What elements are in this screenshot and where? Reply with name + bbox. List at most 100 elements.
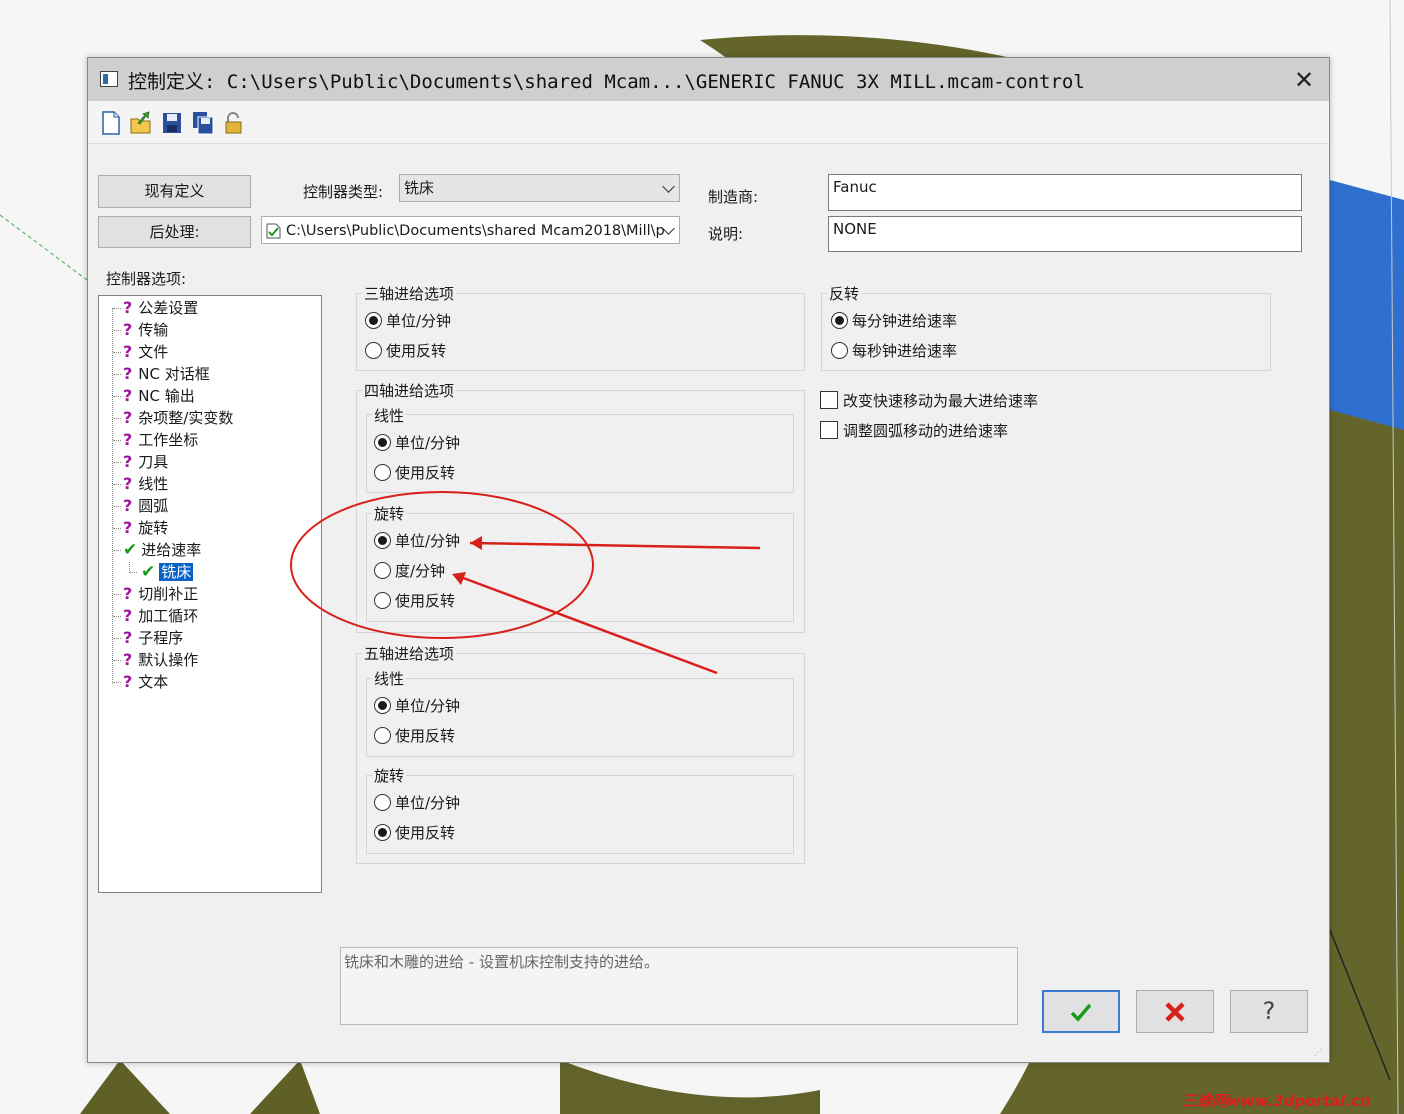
five-axis-linear-inverse-radio[interactable]: 使用反转 (374, 725, 455, 746)
tree-item[interactable]: ? 工作坐标 (113, 429, 199, 451)
question-mark-icon: ? (123, 452, 133, 471)
tree-item-label: 文本 (138, 673, 169, 691)
help-button[interactable]: ? (1230, 990, 1308, 1033)
tree-item[interactable]: ? 线性 (113, 473, 168, 495)
tree-item[interactable]: ? 默认操作 (113, 649, 198, 671)
green-check-icon: ✔ (141, 562, 156, 582)
radio-indicator (374, 592, 391, 609)
radio-label: 每分钟进给速率 (852, 312, 958, 330)
tree-item[interactable]: ? 传输 (113, 319, 168, 341)
resize-grip-icon[interactable]: ⋰ (1314, 1048, 1324, 1058)
tree-item[interactable]: ? 旋转 (113, 517, 168, 539)
question-mark-icon: ? (123, 320, 133, 339)
tree-item[interactable]: ? 公差设置 (113, 297, 198, 319)
description-field[interactable]: NONE (828, 216, 1302, 252)
lock-icon[interactable] (223, 111, 245, 135)
four-axis-linear-unit-radio[interactable]: 单位/分钟 (374, 432, 460, 453)
controller-options-tree[interactable]: ? 公差设置? 传输? 文件? NC 对话框 ? NC 输出? 杂项整/实变数? 工作坐标? 刀具… (98, 295, 322, 893)
inverse-per-second-radio[interactable]: 每秒钟进给速率 (831, 340, 957, 361)
tree-connector-line (113, 396, 121, 397)
close-button[interactable]: ✕ (1290, 66, 1318, 94)
tree-item[interactable]: ? 杂项整/实变数 (113, 407, 233, 429)
tree-item-label: 子程序 (138, 629, 184, 647)
tree-connector-line (113, 440, 121, 441)
control-definition-dialog: 控制定义: C:\Users\Public\Documents\shared M… (87, 57, 1330, 1063)
radio-indicator (374, 434, 391, 451)
radio-indicator (374, 562, 391, 579)
tree-connector-line (113, 330, 121, 331)
tree-item[interactable]: ✔ 铣床 (129, 561, 194, 583)
tree-item-label: 工作坐标 (138, 431, 199, 449)
tree-connector-line (129, 572, 137, 573)
check-icon (1070, 1003, 1092, 1022)
tree-item[interactable]: ✔ 进给速率 (113, 539, 202, 561)
radio-indicator (374, 794, 391, 811)
title-bar[interactable]: 控制定义: C:\Users\Public\Documents\shared M… (88, 58, 1329, 101)
five-axis-rotary-unit-radio[interactable]: 单位/分钟 (374, 792, 460, 813)
tree-item-label: 圆弧 (138, 497, 169, 515)
manufacturer-field[interactable]: Fanuc (828, 174, 1302, 211)
question-mark-icon: ? (123, 386, 133, 405)
question-mark-icon: ? (123, 430, 133, 449)
tree-item[interactable]: ? 加工循环 (113, 605, 198, 627)
radio-label: 每秒钟进给速率 (852, 342, 958, 360)
radio-label: 使用反转 (395, 727, 456, 745)
tree-item-label: NC 对话框 (138, 365, 210, 383)
controller-type-label: 控制器类型: (303, 183, 384, 201)
rapid-to-max-checkbox[interactable]: 改变快速移动为最大进给速率 (820, 390, 1038, 411)
tree-item[interactable]: ? 文本 (113, 671, 169, 693)
radio-label: 使用反转 (386, 342, 447, 360)
radio-indicator (374, 824, 391, 841)
four-axis-rotary-inverse-radio[interactable]: 使用反转 (374, 590, 455, 611)
tree-item[interactable]: ? NC 输出 (113, 385, 195, 407)
dialog-title: 控制定义: C:\Users\Public\Documents\shared M… (128, 71, 1085, 93)
controller-type-select[interactable]: 铣床 (399, 174, 680, 202)
tree-connector-line (113, 352, 121, 353)
tree-item-label: 进给速率 (141, 541, 202, 559)
three-axis-inverse-radio[interactable]: 使用反转 (365, 340, 446, 361)
post-processor-button[interactable]: 后处理: (98, 216, 251, 248)
four-axis-title: 四轴进给选项 (362, 380, 457, 401)
radio-indicator (374, 697, 391, 714)
tree-item[interactable]: ? 刀具 (113, 451, 169, 473)
question-mark-icon: ? (123, 650, 133, 669)
tree-connector-line (113, 308, 121, 309)
cancel-button[interactable] (1136, 990, 1214, 1033)
three-axis-unit-radio[interactable]: 单位/分钟 (365, 310, 451, 331)
open-folder-icon[interactable] (130, 111, 152, 135)
checkbox-box (820, 421, 838, 439)
document-check-icon (266, 223, 281, 239)
tree-item-label: 切削补正 (138, 585, 199, 603)
checkbox-box (820, 391, 838, 409)
tree-item[interactable]: ? NC 对话框 (113, 363, 210, 385)
four-axis-rotary-degree-radio[interactable]: 度/分钟 (374, 560, 445, 581)
tree-item-label: 刀具 (138, 453, 169, 471)
adjust-arc-feed-checkbox[interactable]: 调整圆弧移动的进给速率 (820, 420, 1008, 441)
ok-button[interactable] (1042, 990, 1120, 1033)
post-path-value: C:\Users\Public\Documents\shared Mcam201… (286, 223, 665, 239)
new-file-icon[interactable] (100, 111, 122, 135)
tree-item[interactable]: ? 子程序 (113, 627, 184, 649)
inverse-title: 反转 (827, 283, 862, 304)
manufacturer-label: 制造商: (708, 188, 759, 206)
controller-type-value: 铣床 (404, 179, 435, 197)
toolbar (88, 101, 1329, 144)
tree-item[interactable]: ? 文件 (113, 341, 168, 363)
save-icon[interactable] (161, 111, 183, 135)
four-axis-rotary-unit-radio[interactable]: 单位/分钟 (374, 530, 460, 551)
five-axis-rotary-inverse-radio[interactable]: 使用反转 (374, 822, 455, 843)
question-mark-icon: ? (123, 364, 133, 383)
five-axis-linear-unit-radio[interactable]: 单位/分钟 (374, 695, 460, 716)
tree-item[interactable]: ? 圆弧 (113, 495, 169, 517)
inverse-per-minute-radio[interactable]: 每分钟进给速率 (831, 310, 957, 331)
tree-connector-line (113, 374, 121, 375)
question-mark-icon: ? (123, 474, 133, 493)
tree-connector-line (113, 550, 121, 551)
four-axis-linear-inverse-radio[interactable]: 使用反转 (374, 462, 455, 483)
post-path-select[interactable]: C:\Users\Public\Documents\shared Mcam201… (261, 216, 680, 244)
save-as-icon[interactable] (192, 111, 214, 135)
question-mark-icon: ? (123, 342, 133, 361)
current-definition-button[interactable]: 现有定义 (98, 175, 251, 208)
tree-item[interactable]: ? 切削补正 (113, 583, 199, 605)
tree-connector-line (113, 594, 121, 595)
